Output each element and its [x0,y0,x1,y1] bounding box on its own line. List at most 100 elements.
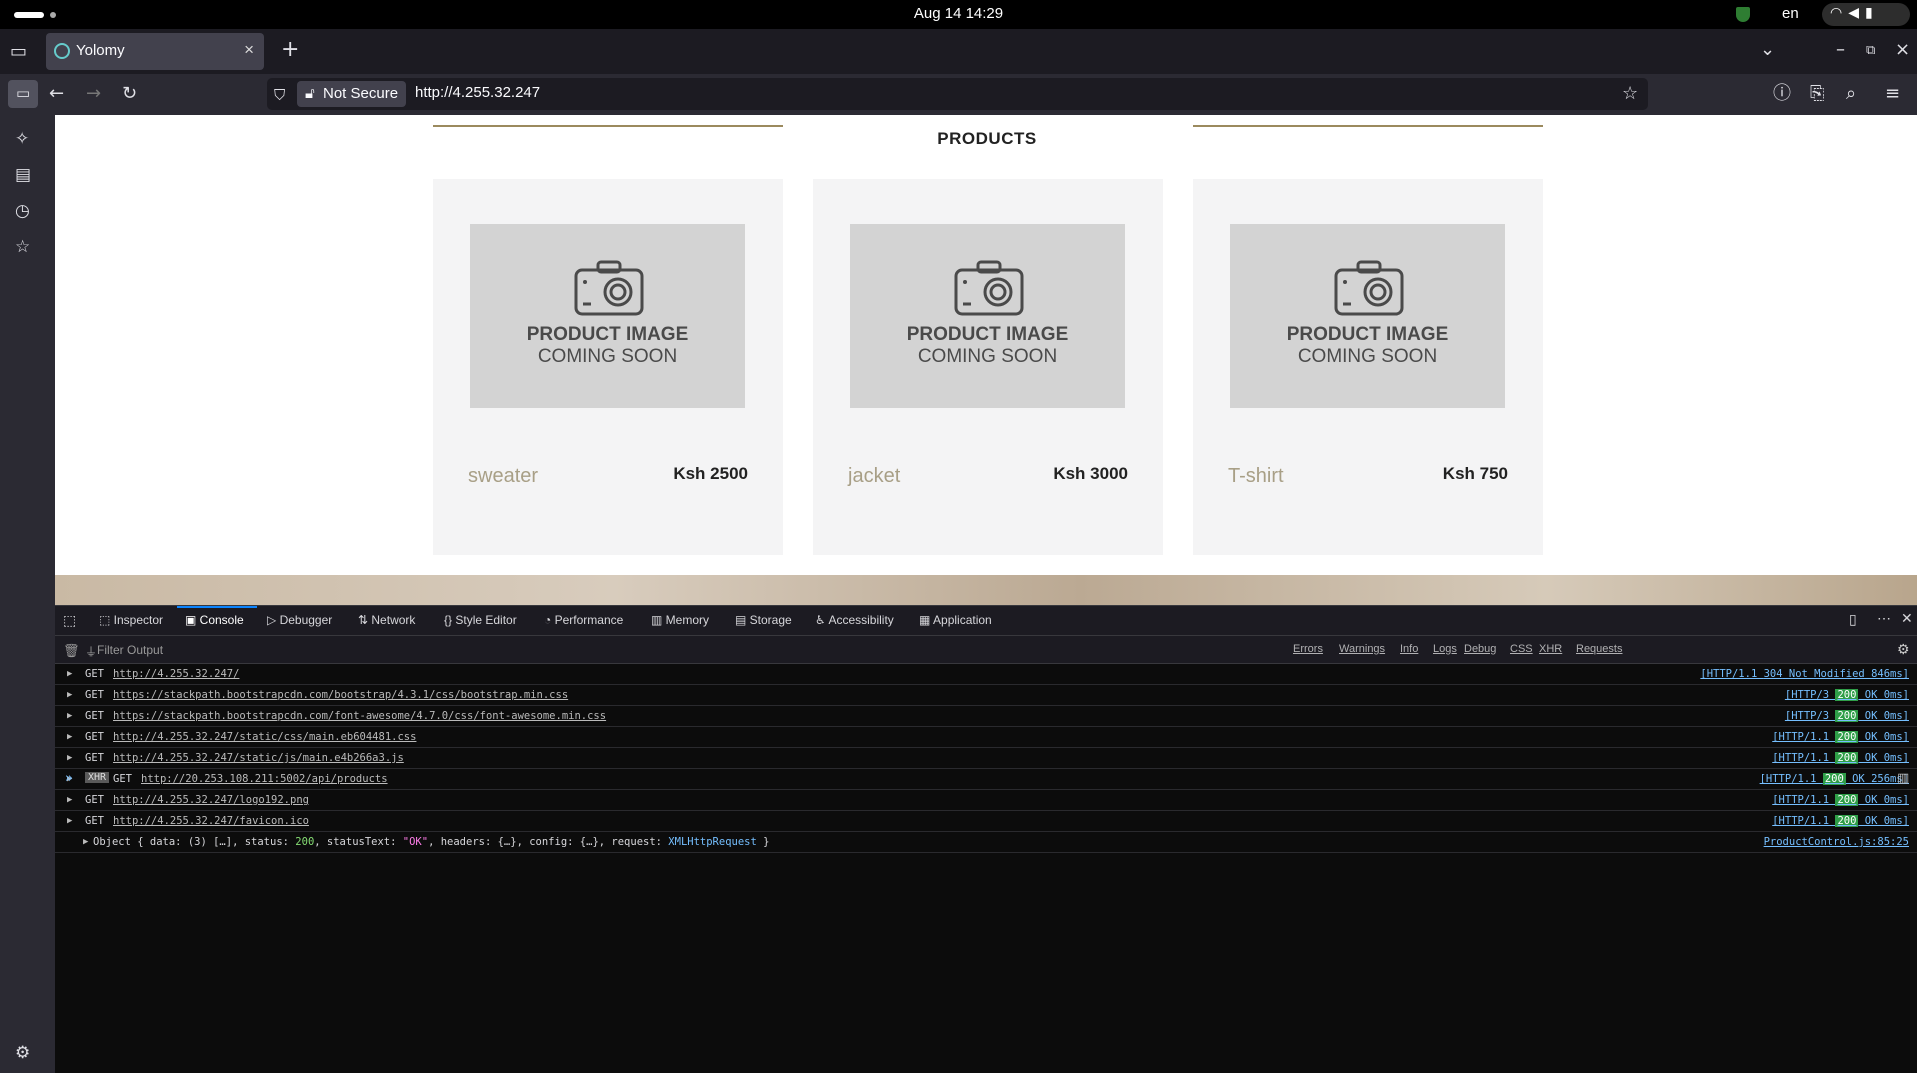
request-url[interactable]: http://4.255.32.247/favicon.ico [113,815,309,827]
request-url[interactable]: https://stackpath.bootstrapcdn.com/boots… [113,689,568,701]
logged-object[interactable]: Object { data: (3) […], status: 200, sta… [93,836,769,848]
tab-network[interactable]: ⇅ Network [358,613,415,627]
product-card[interactable]: PRODUCT IMAGE COMING SOON T-shirt Ksh 75… [1193,179,1543,555]
tab-console[interactable]: ▣ Console [185,613,244,627]
tracking-protection-icon[interactable]: ⛉ [274,85,285,105]
language-indicator[interactable]: en [1782,5,1799,22]
expand-arrow-icon[interactable]: ▶ [67,711,72,721]
tab-style-editor[interactable]: {} Style Editor [444,613,517,627]
settings-gear-icon[interactable]: ⚙ [15,1043,30,1063]
filter-output-input[interactable]: Filter Output [97,643,163,657]
product-name[interactable]: sweater [468,465,538,488]
ai-chat-icon[interactable]: ✧ [15,129,29,149]
product-name[interactable]: T-shirt [1228,465,1284,488]
tab-performance[interactable]: ◔ Performance [544,613,623,627]
tab-memory[interactable]: ▥ Memory [651,613,709,627]
expand-arrow-icon[interactable]: ▶ [67,816,72,826]
new-tab-icon[interactable]: + [281,39,299,61]
filter-debug[interactable]: Debug [1464,643,1496,655]
expand-arrow-icon[interactable]: ▶ [67,669,72,679]
filter-warnings[interactable]: Warnings [1339,643,1385,655]
close-window-icon[interactable]: × [1895,40,1910,60]
console-row[interactable]: ▶ GET https://stackpath.bootstrapcdn.com/f… [55,706,1917,727]
tab-storage[interactable]: ▤ Storage [735,613,792,627]
tab-yolomy[interactable]: Yolomy × [46,33,264,70]
sidebar-toggle-button[interactable]: ▭ [8,80,38,108]
filter-xhr[interactable]: XHR [1539,643,1562,655]
request-url[interactable]: http://4.255.32.247/static/js/main.e4b26… [113,752,404,764]
expand-arrow-icon[interactable]: ▶ [67,690,72,700]
request-status[interactable]: [HTTP/1.1 200 OK 256ms] [1760,773,1909,785]
restore-icon[interactable]: ⧉ [1866,41,1875,61]
request-status[interactable]: [HTTP/3 200 OK 0ms] [1785,710,1909,722]
console-object-row[interactable]: ▶ Object { data: (3) […], status: 200, st… [55,832,1917,853]
back-icon[interactable]: ← [49,84,64,104]
request-status[interactable]: [HTTP/1.1 200 OK 0ms] [1772,731,1909,743]
history-icon[interactable]: ◷ [15,201,30,221]
filter-info[interactable]: Info [1400,643,1418,655]
info-icon[interactable]: ⓘ [1773,84,1791,104]
request-status[interactable]: [HTTP/1.1 200 OK 0ms] [1772,794,1909,806]
console-row[interactable]: ▶ GET http://4.255.32.247/logo192.png [HTTP… [55,790,1917,811]
tab-inspector[interactable]: ⬚ Inspector [99,613,163,627]
request-url[interactable]: https://stackpath.bootstrapcdn.com/font-… [113,710,606,722]
request-status[interactable]: [HTTP/1.1 200 OK 0ms] [1772,815,1909,827]
tab-debugger[interactable]: ▷ Debugger [267,613,332,627]
filter-logs[interactable]: Logs [1433,643,1457,655]
status-code-badge: 200 [1835,710,1859,722]
tab-accessibility[interactable]: ♿︎ Accessibility [815,613,894,627]
log-source-link[interactable]: ProductControl.js:85:25 [1764,836,1909,848]
product-card[interactable]: PRODUCT IMAGE COMING SOON sweater Ksh 25… [433,179,783,555]
clock[interactable]: Aug 14 14:29 [0,5,1917,22]
menu-icon[interactable]: ≡ [1885,84,1900,104]
dock-side-icon[interactable]: ▯ [1849,611,1857,628]
console-row[interactable]: ▶ GET http://4.255.32.247/favicon.ico [HTTP… [55,811,1917,832]
request-url[interactable]: http://4.255.32.247/static/css/main.eb60… [113,731,416,743]
console-row[interactable]: ▶ GET http://4.255.32.247/ [HTTP/1.1 304 No… [55,664,1917,685]
close-devtools-icon[interactable]: ✕ [1901,610,1913,627]
console-input-prompt[interactable]: » [65,771,73,786]
console-row[interactable]: ▶ XHR GET http://20.253.108.211:5002/api/pr… [55,769,1917,790]
console-row[interactable]: ▶ GET http://4.255.32.247/static/js/main.e… [55,748,1917,769]
more-options-icon[interactable]: ⋯ [1877,610,1891,627]
reload-icon[interactable]: ↻ [122,84,137,104]
expand-arrow-icon[interactable]: ▶ [67,795,72,805]
tab-overview-icon[interactable]: ▭ [10,42,27,62]
not-secure-badge[interactable]: 🔓︎ Not Secure [297,81,406,107]
list-tabs-chevron-icon[interactable]: ⌄ [1760,40,1775,60]
product-name[interactable]: jacket [848,465,900,488]
request-url[interactable]: http://4.255.32.247/logo192.png [113,794,309,806]
bookmark-star-icon[interactable]: ☆ [1622,84,1638,104]
filter-css[interactable]: CSS [1510,643,1533,655]
extensions-icon[interactable]: ⎘ [1810,84,1824,104]
request-status[interactable]: [HTTP/1.1 304 Not Modified 846ms] [1700,668,1909,680]
request-url[interactable]: http://4.255.32.247/ [113,668,239,680]
console-row[interactable]: ▶ GET https://stackpath.bootstrapcdn.com/b… [55,685,1917,706]
expand-arrow-icon[interactable]: ▶ [67,753,72,763]
hero-banner-image [55,575,1917,605]
element-picker-icon[interactable]: ⬚ [63,612,76,629]
forward-icon[interactable]: → [86,84,101,104]
search-extension-icon[interactable]: ⌕ [1846,84,1856,104]
minimize-icon[interactable]: – [1836,40,1845,60]
title-rule-right [1193,125,1543,127]
editor-mode-icon[interactable]: ▥ [1897,771,1909,786]
security-shield-icon[interactable] [1736,7,1750,22]
synced-tabs-icon[interactable]: ▤ [15,165,31,185]
expand-arrow-icon[interactable]: ▶ [67,732,72,742]
tab-application[interactable]: ▦ Application [919,613,992,627]
request-status[interactable]: [HTTP/1.1 200 OK 0ms] [1772,752,1909,764]
request-status[interactable]: [HTTP/3 200 OK 0ms] [1785,689,1909,701]
bookmarks-icon[interactable]: ☆ [15,237,30,257]
close-tab-icon[interactable]: × [244,40,254,60]
filter-requests[interactable]: Requests [1576,643,1622,655]
url-text[interactable]: http://4.255.32.247 [415,84,540,101]
clear-console-trash-icon[interactable]: 🗑︎ [63,643,80,659]
system-status-menu[interactable]: ◠◀▮ [1822,3,1910,26]
product-card[interactable]: PRODUCT IMAGE COMING SOON jacket Ksh 300… [813,179,1163,555]
console-settings-gear-icon[interactable]: ⚙ [1897,641,1910,658]
expand-object-arrow-icon[interactable]: ▶ [83,837,88,847]
filter-errors[interactable]: Errors [1293,643,1323,655]
console-row[interactable]: ▶ GET http://4.255.32.247/static/css/main.… [55,727,1917,748]
request-url[interactable]: http://20.253.108.211:5002/api/products [141,773,388,785]
